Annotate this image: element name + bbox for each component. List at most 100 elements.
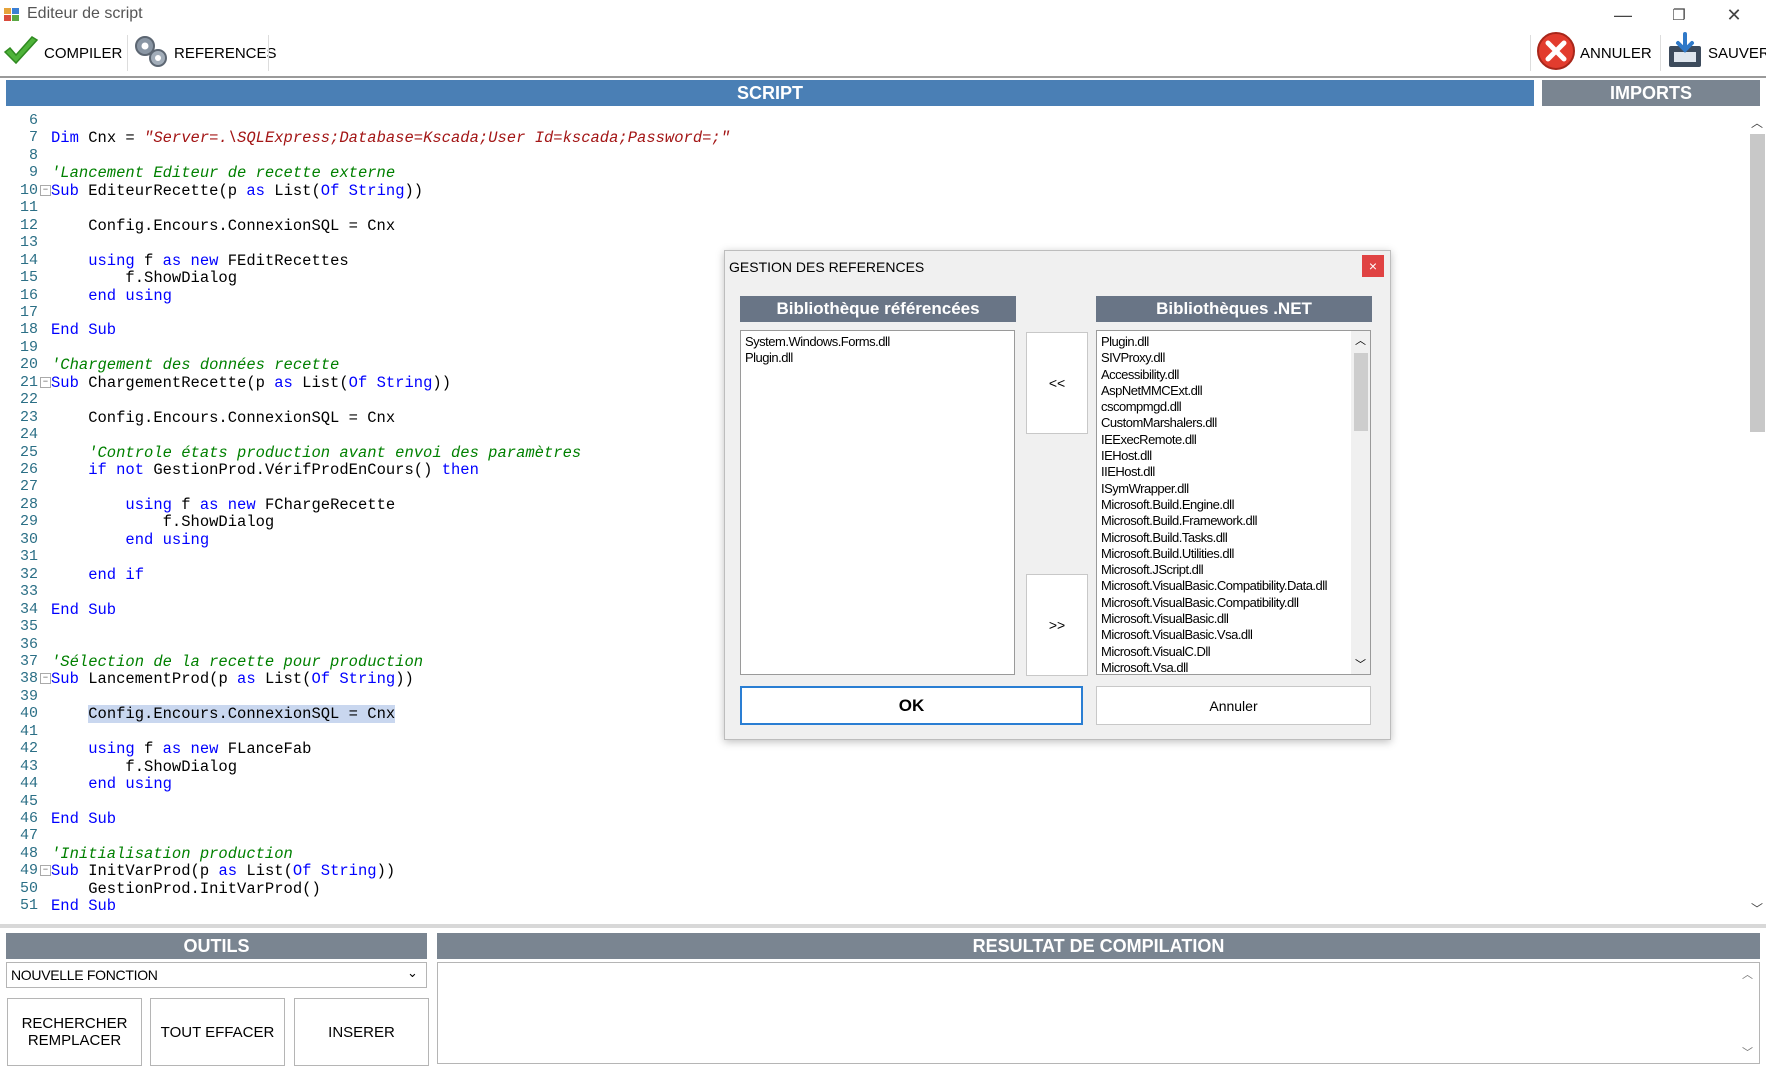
- net-scroll-down-icon[interactable]: ﹀: [1355, 656, 1366, 672]
- code-text: Config.Encours.ConnexionSQL = Cnx: [51, 409, 395, 427]
- code-token: End Sub: [51, 321, 117, 340]
- clear-all-button[interactable]: TOUT EFFACER: [150, 998, 285, 1066]
- code-text: using f as new FChargeRecette: [51, 496, 395, 514]
- code-token: GestionProd.InitVarProd(): [51, 879, 321, 898]
- insert-button[interactable]: INSERER: [294, 998, 429, 1066]
- referenced-libraries-list[interactable]: System.Windows.Forms.dll Plugin.dll: [740, 330, 1015, 675]
- dialog-close-button[interactable]: ×: [1362, 255, 1384, 277]
- net-library-item[interactable]: Microsoft.VisualBasic.Compatibility.dll: [1097, 595, 1351, 611]
- window-title: Editeur de script: [27, 5, 143, 22]
- net-library-item[interactable]: IIEHost.dll: [1097, 464, 1351, 480]
- code-text: 'Lancement Editeur de recette externe: [51, 164, 395, 182]
- search-replace-button[interactable]: RECHERCHER REMPLACER: [7, 998, 142, 1066]
- net-library-item[interactable]: Microsoft.VisualC.Dll: [1097, 644, 1351, 660]
- net-library-item[interactable]: SIVProxy.dll: [1097, 350, 1351, 366]
- net-library-item[interactable]: Microsoft.Build.Engine.dll: [1097, 497, 1351, 513]
- scroll-down-icon[interactable]: ﹀: [1751, 900, 1763, 917]
- code-text: end using: [51, 531, 209, 549]
- referenced-library-item[interactable]: System.Windows.Forms.dll: [741, 334, 1014, 350]
- net-library-item[interactable]: Microsoft.JScript.dll: [1097, 562, 1351, 578]
- panel-splitter[interactable]: [0, 924, 1766, 928]
- line-number: 45: [19, 792, 38, 810]
- code-text: using f as new FLanceFab: [51, 740, 311, 758]
- fold-toggle-icon[interactable]: −: [40, 184, 51, 196]
- net-library-item[interactable]: Microsoft.Build.Tasks.dll: [1097, 530, 1351, 546]
- remove-reference-button[interactable]: >>: [1026, 574, 1088, 676]
- code-token: Config.Encours.ConnexionSQL = Cnx: [51, 216, 396, 235]
- code-text: Sub ChargementRecette(p as List(Of Strin…: [51, 374, 451, 392]
- editor-scrollbar[interactable]: ︿ ﹀: [1748, 112, 1766, 918]
- code-text: Sub EditeurRecette(p as List(Of String)): [51, 182, 423, 200]
- line-number: 51: [19, 897, 38, 915]
- toolbar-separator: [268, 35, 269, 71]
- cancel-button[interactable]: ANNULER: [1536, 30, 1652, 76]
- line-number: 46: [19, 810, 38, 827]
- net-library-item[interactable]: Microsoft.VisualBasic.Vsa.dll: [1097, 627, 1351, 643]
- net-libraries-listbox[interactable]: Plugin.dll SIVProxy.dll Accessibility.dll A…: [1096, 330, 1371, 675]
- net-library-item[interactable]: Microsoft.VisualBasic.Compatibility.Data…: [1097, 578, 1351, 594]
- line-number: 27: [19, 478, 38, 496]
- line-number: 14: [19, 251, 38, 269]
- dialog-cancel-button[interactable]: Annuler: [1096, 686, 1371, 725]
- net-library-item[interactable]: IEHost.dll: [1097, 448, 1351, 464]
- save-button[interactable]: SAUVER: [1666, 30, 1766, 76]
- tab-script[interactable]: SCRIPT: [6, 80, 1534, 106]
- fold-toggle-icon[interactable]: −: [40, 376, 51, 388]
- tab-imports[interactable]: IMPORTS: [1542, 80, 1760, 106]
- code-text: f.ShowDialog: [51, 269, 237, 287]
- net-library-item[interactable]: ISymWrapper.dll: [1097, 481, 1351, 497]
- toolbar-separator: [1530, 35, 1531, 71]
- net-scrollbar-thumb[interactable]: [1354, 353, 1368, 431]
- compile-label: COMPILER: [44, 44, 123, 62]
- line-number: 47: [19, 827, 38, 845]
- result-scroll-up-icon[interactable]: ︿: [1742, 966, 1753, 982]
- code-token: using: [51, 251, 145, 270]
- code-text: 'Sélection de la recette pour production: [51, 653, 423, 671]
- restore-button[interactable]: ❐: [1651, 0, 1707, 30]
- net-scroll-up-icon[interactable]: ︿: [1355, 332, 1366, 348]
- referenced-library-item[interactable]: Plugin.dll: [741, 350, 1014, 366]
- net-library-item[interactable]: Accessibility.dll: [1097, 367, 1351, 383]
- code-token: LancementProd(p: [88, 670, 238, 689]
- result-scroll-down-icon[interactable]: ﹀: [1742, 1044, 1753, 1060]
- line-number: 25: [19, 443, 38, 461]
- code-token: 'Lancement Editeur de recette externe: [51, 164, 396, 183]
- compile-button[interactable]: COMPILER: [2, 30, 122, 76]
- checkmark-icon: [2, 35, 40, 71]
- fold-toggle-icon[interactable]: −: [40, 673, 51, 685]
- code-token: Dim: [51, 129, 89, 148]
- close-window-button[interactable]: ✕: [1706, 0, 1762, 30]
- net-library-item[interactable]: Microsoft.Vsa.dll: [1097, 660, 1351, 674]
- net-library-item[interactable]: Plugin.dll: [1097, 334, 1351, 350]
- scrollbar-thumb[interactable]: [1750, 134, 1765, 432]
- fold-toggle-icon[interactable]: −: [40, 865, 51, 877]
- scroll-up-icon[interactable]: ︿: [1751, 114, 1763, 131]
- save-icon: [1666, 32, 1704, 74]
- net-library-item[interactable]: Microsoft.Build.Framework.dll: [1097, 513, 1351, 529]
- code-token: FLanceFab: [227, 740, 312, 759]
- minimize-button[interactable]: —: [1595, 0, 1651, 30]
- compile-result-output[interactable]: [437, 962, 1760, 1064]
- net-libraries-header: Bibliothèques .NET: [1096, 296, 1372, 322]
- code-token: end using: [51, 530, 210, 549]
- net-library-item[interactable]: IEExecRemote.dll: [1097, 432, 1351, 448]
- net-library-item[interactable]: Microsoft.VisualBasic.dll: [1097, 611, 1351, 627]
- line-number: 13: [19, 234, 38, 252]
- net-library-item[interactable]: AspNetMMCExt.dll: [1097, 383, 1351, 399]
- function-select[interactable]: NOUVELLE FONCTION ⌄: [6, 962, 427, 988]
- code-token: List(: [274, 181, 321, 200]
- code-text: end using: [51, 287, 172, 305]
- compile-result-header: RESULTAT DE COMPILATION: [437, 933, 1760, 959]
- net-list-scrollbar[interactable]: ︿ ﹀: [1351, 331, 1370, 674]
- net-libraries-list[interactable]: Plugin.dll SIVProxy.dll Accessibility.dll A…: [1097, 334, 1351, 674]
- line-number: 29: [19, 513, 38, 531]
- code-token: as: [246, 181, 275, 200]
- ok-button[interactable]: OK: [740, 686, 1083, 725]
- net-library-item[interactable]: cscompmgd.dll: [1097, 399, 1351, 415]
- net-library-item[interactable]: Microsoft.Build.Utilities.dll: [1097, 546, 1351, 562]
- net-library-item[interactable]: CustomMarshalers.dll: [1097, 415, 1351, 431]
- add-reference-button[interactable]: <<: [1026, 332, 1088, 434]
- references-button[interactable]: REFERENCES: [132, 30, 277, 76]
- code-text: End Sub: [51, 897, 116, 915]
